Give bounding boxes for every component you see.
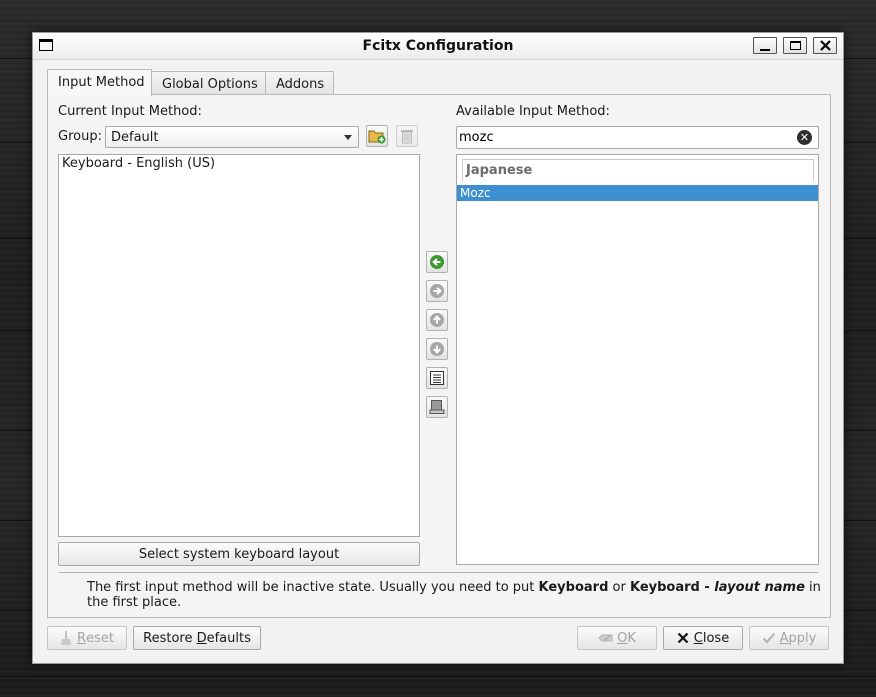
move-down-button[interactable] — [426, 338, 448, 360]
current-im-list[interactable]: Keyboard - English (US) — [58, 154, 420, 537]
close-window-button[interactable] — [813, 37, 837, 54]
mnemonic: C — [693, 630, 703, 646]
group-select[interactable]: Default — [105, 126, 359, 148]
separator — [59, 572, 818, 573]
arrow-left-icon — [430, 255, 444, 269]
im-search-input[interactable] — [459, 129, 789, 146]
arrow-up-icon — [430, 313, 444, 327]
window-title: Fcitx Configuration — [362, 38, 514, 54]
info-bold-keyboard: Keyboard — [538, 580, 609, 595]
close-icon — [819, 40, 831, 51]
close-icon — [677, 632, 689, 644]
restore-defaults-button[interactable]: Restore Defaults — [133, 626, 261, 650]
available-im-list[interactable]: Japanese Mozc — [456, 154, 819, 565]
select-keyboard-layout-button[interactable]: Select system keyboard layout — [58, 542, 420, 566]
fcitx-config-window: Fcitx Configuration Input Method Global … — [32, 32, 844, 664]
tab-label: Input Method — [58, 75, 145, 90]
apply-button[interactable]: Apply — [749, 626, 829, 650]
reset-button[interactable]: Reset — [47, 626, 127, 650]
button-label: Restore — [143, 630, 197, 646]
remove-input-method-button[interactable] — [426, 280, 448, 302]
info-text-part: The first input method will be inactive … — [87, 580, 539, 595]
ok-icon — [598, 634, 613, 642]
mnemonic: O — [617, 630, 628, 646]
info-bold-keyboard-dash: Keyboard - — [629, 580, 715, 595]
info-text-part: or — [608, 580, 630, 595]
tab-label: Addons — [276, 77, 325, 92]
button-label: lose — [702, 630, 730, 646]
close-button[interactable]: Close — [663, 626, 743, 650]
group-select-value: Default — [111, 130, 159, 145]
clear-search-icon[interactable]: ✕ — [797, 130, 812, 145]
minimize-button[interactable] — [753, 37, 777, 54]
available-im-item-selected[interactable]: Mozc — [457, 185, 818, 201]
available-im-heading: Available Input Method: — [456, 104, 610, 119]
mnemonic: R — [77, 630, 87, 646]
move-up-button[interactable] — [426, 309, 448, 331]
button-label: eset — [86, 630, 114, 646]
im-search-field[interactable]: ✕ — [456, 126, 819, 149]
delete-group-button[interactable] — [396, 125, 418, 147]
tab-global-options[interactable]: Global Options — [151, 71, 266, 94]
button-label: K — [627, 630, 636, 646]
tab-input-method[interactable]: Input Method — [47, 69, 152, 96]
keyboard-layout-icon — [429, 400, 445, 414]
ok-button[interactable]: OK — [577, 626, 657, 650]
minimize-icon — [760, 48, 770, 51]
config-icon — [430, 371, 444, 385]
button-label: efaults — [206, 630, 251, 646]
group-label: Group: — [58, 129, 102, 144]
title-bar[interactable]: Fcitx Configuration — [33, 33, 843, 60]
trash-icon — [401, 130, 413, 144]
background-plank — [0, 676, 876, 677]
arrow-down-icon — [430, 342, 444, 356]
maximize-icon — [789, 41, 801, 50]
tab-label: Global Options — [162, 77, 258, 92]
add-group-button[interactable] — [366, 125, 388, 147]
mnemonic: A — [779, 630, 789, 646]
broom-icon — [61, 631, 72, 645]
configure-input-method-button[interactable] — [426, 367, 448, 389]
language-group-header: Japanese — [462, 159, 814, 181]
arrow-right-icon — [430, 284, 444, 298]
button-label: pply — [788, 630, 817, 646]
button-label: Select system keyboard layout — [138, 546, 340, 562]
chevron-down-icon — [344, 135, 352, 140]
keyboard-layout-button[interactable] — [426, 396, 448, 418]
checkmark-icon — [762, 632, 775, 644]
add-input-method-button[interactable] — [426, 251, 448, 273]
info-text: The first input method will be inactive … — [87, 580, 822, 610]
current-im-heading: Current Input Method: — [58, 104, 202, 119]
mnemonic: D — [196, 630, 207, 646]
maximize-button[interactable] — [783, 37, 807, 54]
info-layout-name: layout name — [714, 580, 805, 595]
tab-addons[interactable]: Addons — [265, 71, 334, 94]
folder-add-icon — [368, 130, 386, 144]
list-item[interactable]: Keyboard - English (US) — [62, 156, 215, 171]
